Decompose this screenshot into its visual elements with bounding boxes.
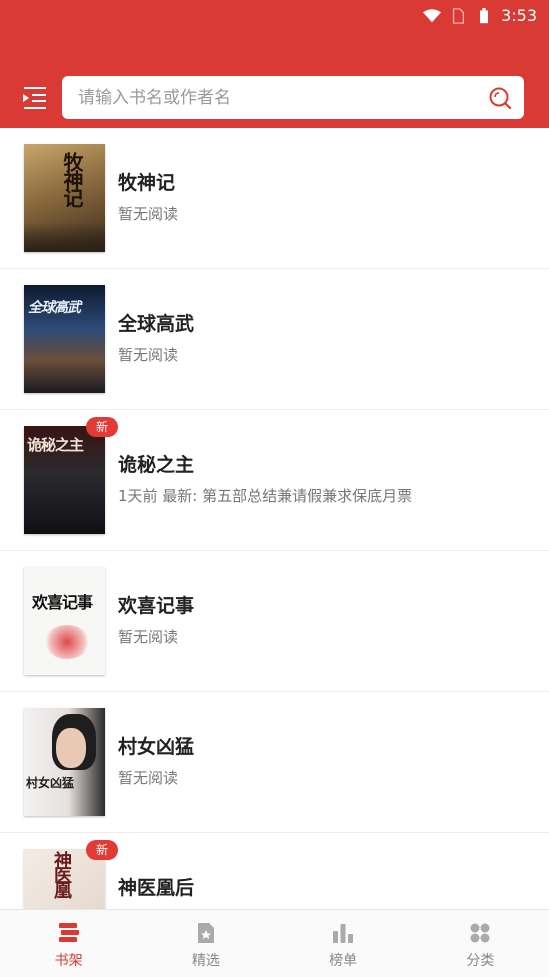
book-cover: 牧神记 (24, 144, 105, 252)
book-title: 欢喜记事 (118, 595, 195, 617)
book-title: 全球高武 (118, 313, 195, 335)
tab-bookshelf[interactable]: 书架 (0, 910, 137, 977)
book-cover: 村女凶猛 (24, 708, 105, 816)
sim-icon (452, 7, 465, 24)
bookshelf-list: 牧神记 牧神记 暂无阅读 全球高武 全球高武 暂无阅读 诡秘之主 新 诡秘之主 … (0, 128, 549, 909)
featured-icon (197, 923, 214, 943)
cover-title: 神医凰 (51, 851, 72, 896)
tab-label: 精选 (191, 953, 220, 969)
category-icon (470, 923, 490, 943)
wifi-icon (423, 8, 442, 22)
tab-label: 榜单 (329, 953, 358, 969)
book-title: 诡秘之主 (118, 454, 195, 476)
book-status: 暂无阅读 (118, 346, 179, 364)
book-title: 神医凰后 (118, 877, 195, 899)
search-icon[interactable] (488, 86, 512, 110)
book-item[interactable]: 全球高武 全球高武 暂无阅读 (0, 269, 549, 410)
book-item[interactable]: 神医凰 新 神医凰后 (0, 833, 549, 909)
battery-icon (480, 7, 489, 23)
book-status: 暂无阅读 (118, 769, 179, 787)
search-input[interactable] (76, 86, 478, 109)
menu-icon[interactable] (20, 86, 48, 110)
status-bar: 3:53 (0, 0, 549, 31)
header (0, 31, 549, 128)
tab-label: 分类 (466, 953, 495, 969)
bookshelf-icon (58, 923, 79, 942)
book-status: 暂无阅读 (118, 205, 179, 223)
tab-category[interactable]: 分类 (412, 910, 549, 977)
book-item[interactable]: 欢喜记事 欢喜记事 暂无阅读 (0, 551, 549, 692)
book-item[interactable]: 牧神记 牧神记 暂无阅读 (0, 128, 549, 269)
search-bar (62, 76, 524, 119)
new-badge: 新 (86, 840, 119, 860)
book-title: 牧神记 (118, 172, 176, 194)
status-time: 3:53 (501, 6, 537, 25)
bottom-tab-bar: 书架 精选 榜单 分类 (0, 909, 549, 977)
ranking-icon (333, 924, 354, 943)
tab-featured[interactable]: 精选 (137, 910, 274, 977)
book-title: 村女凶猛 (118, 736, 195, 758)
tab-label: 书架 (54, 953, 83, 969)
book-item[interactable]: 诡秘之主 新 诡秘之主 1天前 最新: 第五部总结兼请假兼求保底月票 (0, 410, 549, 551)
cover-title: 全球高武 (28, 300, 81, 316)
book-status: 1天前 最新: 第五部总结兼请假兼求保底月票 (118, 487, 413, 505)
book-cover: 欢喜记事 (24, 567, 105, 675)
cover-title: 诡秘之主 (27, 436, 84, 454)
new-badge: 新 (86, 417, 119, 437)
tab-ranking[interactable]: 榜单 (275, 910, 412, 977)
book-status: 暂无阅读 (118, 628, 179, 646)
book-cover: 全球高武 (24, 285, 105, 393)
book-item[interactable]: 村女凶猛 村女凶猛 暂无阅读 (0, 692, 549, 833)
cover-title: 村女凶猛 (26, 776, 75, 790)
cover-title: 欢喜记事 (32, 593, 93, 612)
cover-title: 牧神记 (60, 152, 84, 206)
book-cover: 诡秘之主 (24, 426, 105, 534)
